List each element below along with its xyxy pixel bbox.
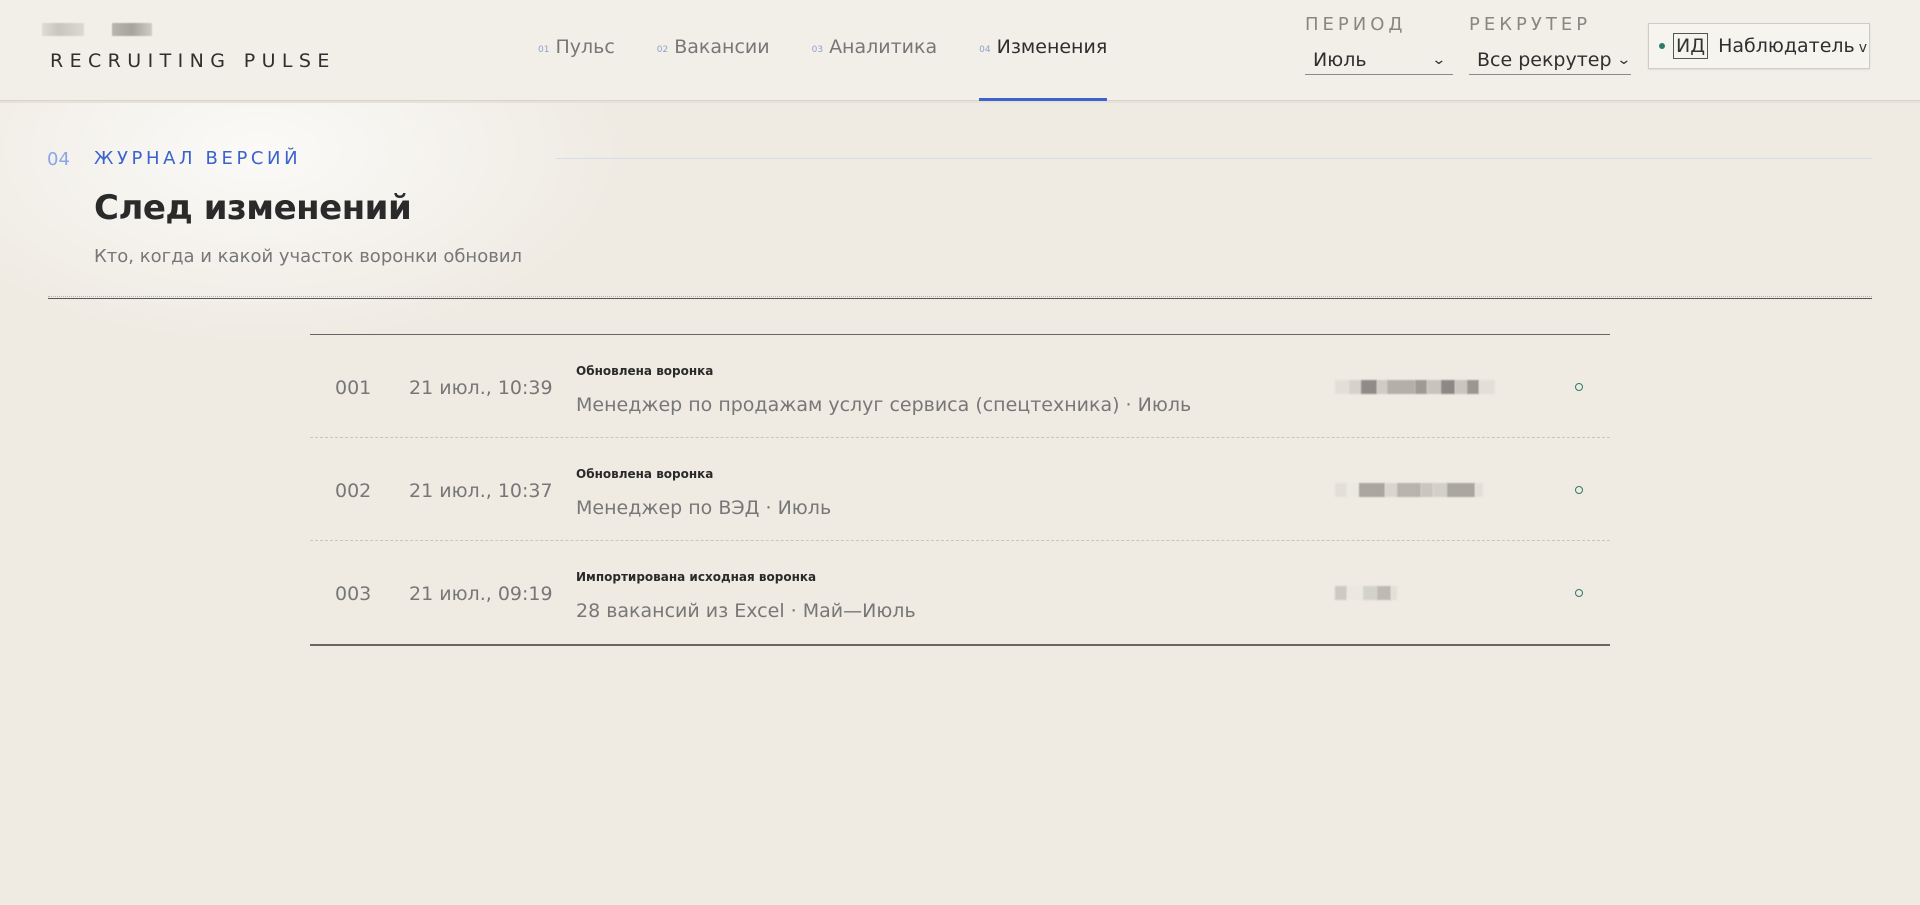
page-title: След изменений xyxy=(94,188,412,228)
row-author-redacted xyxy=(1335,375,1495,399)
row-action: Обновлена воронка xyxy=(576,467,714,481)
row-description: 28 вакансий из Excel · Май—Июль xyxy=(576,600,916,622)
tab-changes[interactable]: 04 Изменения xyxy=(979,0,1108,101)
row-description: Менеджер по ВЭД · Июль xyxy=(576,497,832,519)
recruiter-label: РЕКРУТЕР xyxy=(1469,14,1592,35)
brand-name: RECRUITING PULSE xyxy=(50,50,336,72)
row-timestamp: 21 июл., 10:39 xyxy=(409,377,553,399)
period-filter: ПЕРИОД Июль ⌄ xyxy=(1305,14,1453,75)
period-value: Июль xyxy=(1313,48,1367,71)
status-circle-icon xyxy=(1575,589,1583,597)
period-select[interactable]: Июль ⌄ xyxy=(1305,45,1453,75)
tab-label: Аналитика xyxy=(829,35,938,58)
status-circle-icon xyxy=(1575,383,1583,391)
brand-logo xyxy=(42,22,336,36)
main-nav: 01 Пульс 02 Вакансии 03 Аналитика 04 Изм… xyxy=(538,0,1149,101)
table-row[interactable]: 003 21 июл., 09:19 Импортирована исходна… xyxy=(310,541,1610,644)
row-description: Менеджер по продажам услуг сервиса (спец… xyxy=(576,394,1192,416)
tab-number: 03 xyxy=(811,44,824,55)
recruiter-filter: РЕКРУТЕР Все рекрутер ⌄ xyxy=(1469,14,1631,75)
row-timestamp: 21 июл., 10:37 xyxy=(409,480,553,502)
row-author-redacted xyxy=(1335,581,1397,605)
tab-vacancies[interactable]: 02 Вакансии xyxy=(657,0,770,101)
status-circle-icon xyxy=(1575,486,1583,494)
row-number: 002 xyxy=(335,480,372,502)
row-number: 003 xyxy=(335,583,372,605)
tab-number: 01 xyxy=(538,44,550,55)
row-action: Обновлена воронка xyxy=(576,364,714,378)
brand[interactable]: RECRUITING PULSE xyxy=(42,22,336,72)
table-row[interactable]: 002 21 июл., 10:37 Обновлена воронка Мен… xyxy=(310,438,1610,541)
tab-analytics[interactable]: 03 Аналитика xyxy=(812,0,938,101)
section-number: 04 xyxy=(47,149,70,170)
page-subtitle: Кто, когда и какой участок воронки обнов… xyxy=(94,246,523,267)
tab-number: 02 xyxy=(656,44,669,55)
section-label: ЖУРНАЛ ВЕРСИЙ xyxy=(94,148,302,169)
change-log-table: 001 21 июл., 10:39 Обновлена воронка Мен… xyxy=(310,334,1610,646)
online-status-icon xyxy=(1659,43,1665,49)
recruiter-select[interactable]: Все рекрутер ⌄ xyxy=(1469,45,1631,75)
user-menu-button[interactable]: ИД Наблюдатель v xyxy=(1648,23,1870,69)
recruiter-value: Все рекрутер xyxy=(1477,48,1612,71)
tab-pulse[interactable]: 01 Пульс xyxy=(538,0,615,101)
row-action: Импортирована исходная воронка xyxy=(576,570,817,584)
row-timestamp: 21 июл., 09:19 xyxy=(409,583,553,605)
chevron-down-icon: ⌄ xyxy=(1431,51,1447,68)
header-divider xyxy=(48,296,1872,299)
chevron-down-icon: v xyxy=(1858,40,1868,56)
tab-label: Пульс xyxy=(555,35,615,58)
tab-label: Вакансии xyxy=(674,35,770,58)
row-author-redacted xyxy=(1335,478,1483,502)
period-label: ПЕРИОД xyxy=(1305,14,1407,35)
row-number: 001 xyxy=(335,377,372,399)
avatar: ИД xyxy=(1673,33,1709,59)
chevron-down-icon: ⌄ xyxy=(1615,51,1631,68)
user-role: Наблюдатель xyxy=(1718,35,1855,57)
table-row[interactable]: 001 21 июл., 10:39 Обновлена воронка Мен… xyxy=(310,335,1610,438)
top-bar: RECRUITING PULSE 01 Пульс 02 Вакансии 03… xyxy=(0,0,1920,101)
tab-label: Изменения xyxy=(996,35,1108,58)
section-divider xyxy=(556,158,1872,159)
tab-number: 04 xyxy=(979,44,991,55)
